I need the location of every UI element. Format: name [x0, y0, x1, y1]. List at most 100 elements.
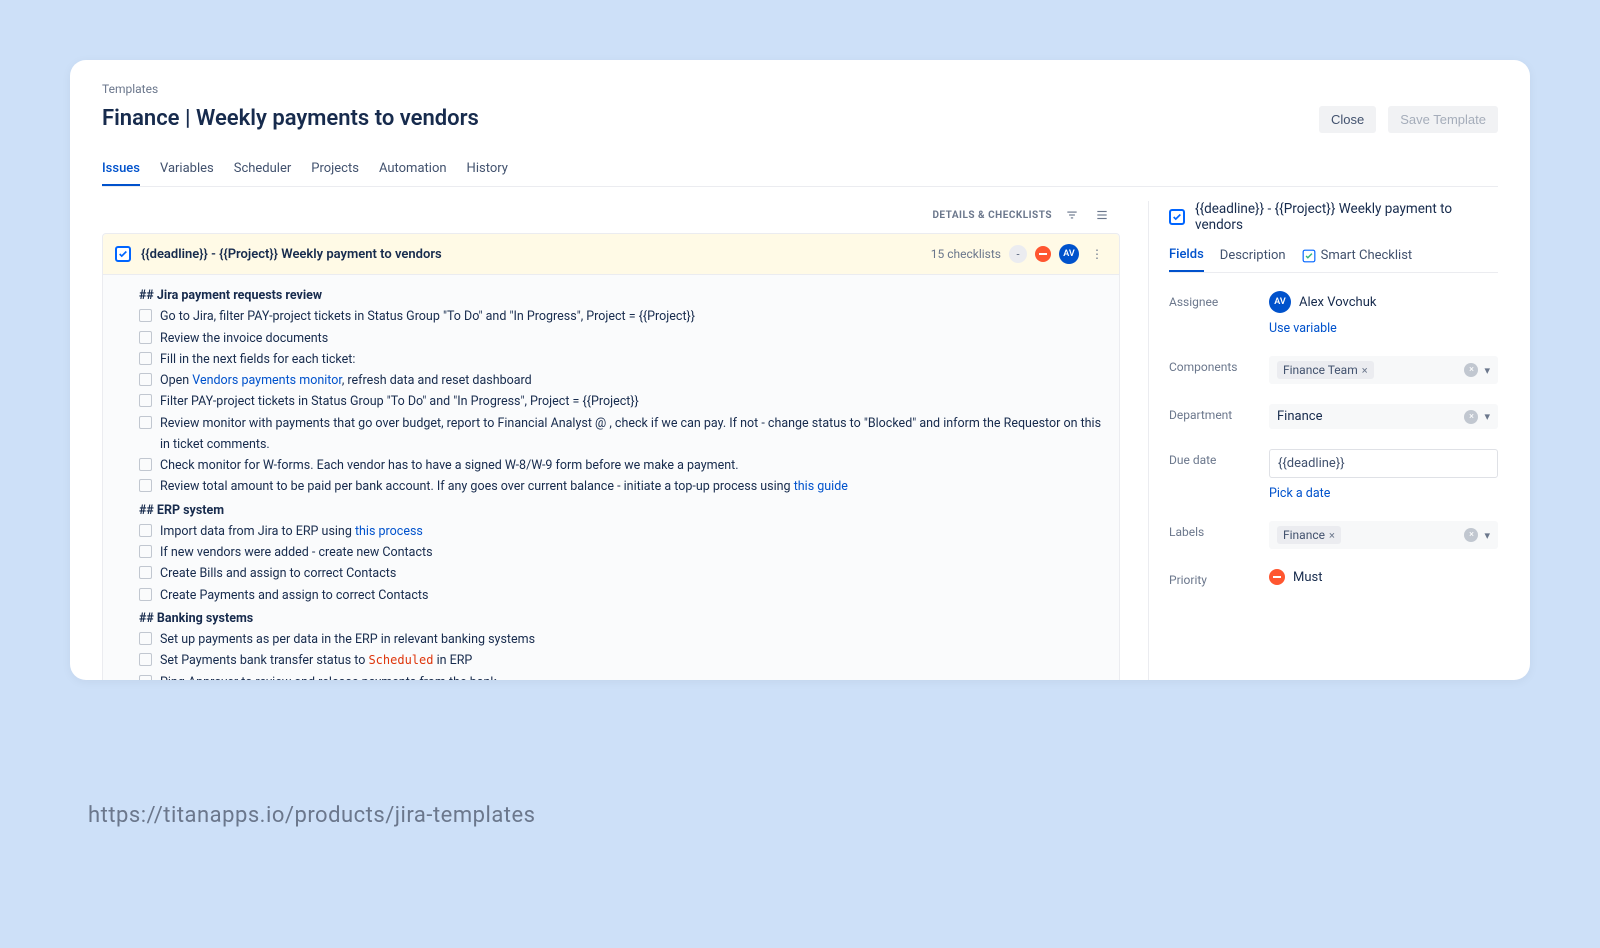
priority-must-icon [1269, 569, 1285, 585]
label-tag[interactable]: Finance× [1277, 526, 1341, 544]
checklist-text: Filter PAY-project tickets in Status Gro… [160, 391, 639, 412]
checklist-item[interactable]: Review total amount to be paid per bank … [139, 476, 1107, 497]
checklist-item[interactable]: Filter PAY-project tickets in Status Gro… [139, 391, 1107, 412]
more-icon[interactable]: ⋮ [1087, 247, 1107, 261]
components-select[interactable]: Finance Team× × ▾ [1269, 356, 1498, 384]
checklist-text: Create Payments and assign to correct Co… [160, 585, 428, 606]
checklist-heading: ## Jira payment requests review [139, 285, 1107, 306]
checkbox[interactable] [139, 479, 152, 492]
checklist-text: Check monitor for W-forms. Each vendor h… [160, 455, 739, 476]
chevron-down-icon[interactable]: ▾ [1484, 364, 1490, 377]
checkbox[interactable] [139, 331, 152, 344]
field-label-duedate: Due date [1169, 453, 1269, 467]
avatar[interactable]: AV [1269, 291, 1291, 313]
avatar[interactable]: AV [1059, 244, 1079, 264]
checklist-item[interactable]: Review the invoice documents [139, 328, 1107, 349]
clear-icon[interactable]: × [1464, 528, 1478, 542]
checklist-item[interactable]: Fill in the next fields for each ticket: [139, 349, 1107, 370]
duedate-input[interactable]: {{deadline}} [1269, 449, 1498, 478]
clear-icon[interactable]: × [1464, 363, 1478, 377]
chevron-down-icon[interactable]: ▾ [1484, 529, 1490, 542]
checklist-item[interactable]: Set Payments bank transfer status to Sch… [139, 650, 1107, 671]
priority-value[interactable]: Must [1269, 569, 1498, 585]
checklist-text: Ping Approver to review and release paym… [160, 672, 497, 681]
checkbox[interactable] [139, 458, 152, 471]
checklist-item[interactable]: Open Vendors payments monitor, refresh d… [139, 370, 1107, 391]
detail-tab-fields[interactable]: Fields [1169, 247, 1204, 272]
use-variable-link[interactable]: Use variable [1269, 321, 1498, 336]
task-icon [115, 246, 131, 262]
checkbox[interactable] [139, 394, 152, 407]
checkbox[interactable] [139, 632, 152, 645]
checklist-heading: ## Banking systems [139, 608, 1107, 629]
compact-view-icon[interactable] [1092, 205, 1112, 225]
checkbox[interactable] [139, 309, 152, 322]
footer-url: https://titanapps.io/products/jira-templ… [88, 803, 536, 828]
breadcrumb[interactable]: Templates [102, 82, 1498, 96]
checklist-body: ## Jira payment requests reviewGo to Jir… [103, 275, 1119, 680]
department-select[interactable]: Finance ×▾ [1269, 404, 1498, 429]
detail-tab-smart-checklist[interactable]: Smart Checklist [1302, 247, 1413, 272]
checkbox[interactable] [139, 373, 152, 386]
checklist-heading: ## ERP system [139, 500, 1107, 521]
checklist-text: Fill in the next fields for each ticket: [160, 349, 355, 370]
template-editor-card: Templates Finance | Weekly payments to v… [70, 60, 1530, 680]
tab-issues[interactable]: Issues [102, 161, 140, 186]
checkbox[interactable] [139, 352, 152, 365]
clear-icon[interactable]: × [1464, 410, 1478, 424]
toolbar-label: DETAILS & CHECKLISTS [932, 210, 1052, 221]
checklist-item[interactable]: Create Payments and assign to correct Co… [139, 585, 1107, 606]
checklist-item[interactable]: Create Bills and assign to correct Conta… [139, 563, 1107, 584]
filter-icon[interactable] [1062, 205, 1082, 225]
detail-title: {{deadline}} - {{Project}} Weekly paymen… [1195, 201, 1498, 233]
component-tag[interactable]: Finance Team× [1277, 361, 1374, 379]
field-label-assignee: Assignee [1169, 295, 1269, 309]
task-icon [1169, 209, 1185, 225]
checkbox[interactable] [139, 653, 152, 666]
count-badge[interactable]: - [1009, 245, 1027, 263]
status-scheduled: Scheduled [368, 653, 433, 667]
checklist-text: Import data from Jira to ERP using this … [160, 521, 423, 542]
checkbox[interactable] [139, 545, 152, 558]
checklist-text: Review monitor with payments that go ove… [160, 413, 1107, 456]
checklist-item[interactable]: If new vendors were added - create new C… [139, 542, 1107, 563]
tab-history[interactable]: History [467, 161, 508, 186]
remove-tag-icon[interactable]: × [1329, 529, 1335, 542]
labels-select[interactable]: Finance× × ▾ [1269, 521, 1498, 549]
inline-link[interactable]: this process [355, 524, 423, 539]
checklist-text: Create Bills and assign to correct Conta… [160, 563, 396, 584]
checkbox[interactable] [139, 588, 152, 601]
checkbox[interactable] [139, 524, 152, 537]
checklist-text: If new vendors were added - create new C… [160, 542, 433, 563]
checkbox[interactable] [139, 566, 152, 579]
pick-date-link[interactable]: Pick a date [1269, 486, 1498, 501]
checklist-item[interactable]: Ping Approver to review and release paym… [139, 672, 1107, 681]
inline-link[interactable]: Vendors payments monitor [192, 373, 342, 388]
field-label-department: Department [1169, 408, 1269, 422]
close-button[interactable]: Close [1319, 106, 1376, 133]
detail-tab-description[interactable]: Description [1220, 247, 1286, 272]
field-label-labels: Labels [1169, 525, 1269, 539]
save-template-button[interactable]: Save Template [1388, 106, 1498, 133]
checklist-item[interactable]: Set up payments as per data in the ERP i… [139, 629, 1107, 650]
issue-title: {{deadline}} - {{Project}} Weekly paymen… [141, 247, 921, 262]
assignee-name[interactable]: Alex Vovchuk [1299, 295, 1376, 310]
chevron-down-icon[interactable]: ▾ [1484, 410, 1490, 423]
field-label-components: Components [1169, 360, 1269, 374]
checklist-item[interactable]: Review monitor with payments that go ove… [139, 413, 1107, 456]
checklist-text: Open Vendors payments monitor, refresh d… [160, 370, 532, 391]
checklist-item[interactable]: Import data from Jira to ERP using this … [139, 521, 1107, 542]
checklist-text: Review total amount to be paid per bank … [160, 476, 848, 497]
remove-tag-icon[interactable]: × [1362, 364, 1368, 377]
inline-link[interactable]: this guide [794, 479, 848, 494]
checklist-item[interactable]: Go to Jira, filter PAY-project tickets i… [139, 306, 1107, 327]
tab-projects[interactable]: Projects [311, 161, 359, 186]
nav-tabs: Issues Variables Scheduler Projects Auto… [102, 161, 1498, 187]
tab-scheduler[interactable]: Scheduler [234, 161, 292, 186]
checkbox[interactable] [139, 675, 152, 681]
checklist-item[interactable]: Check monitor for W-forms. Each vendor h… [139, 455, 1107, 476]
issue-header[interactable]: {{deadline}} - {{Project}} Weekly paymen… [103, 234, 1119, 275]
tab-automation[interactable]: Automation [379, 161, 447, 186]
tab-variables[interactable]: Variables [160, 161, 214, 186]
checkbox[interactable] [139, 416, 152, 429]
